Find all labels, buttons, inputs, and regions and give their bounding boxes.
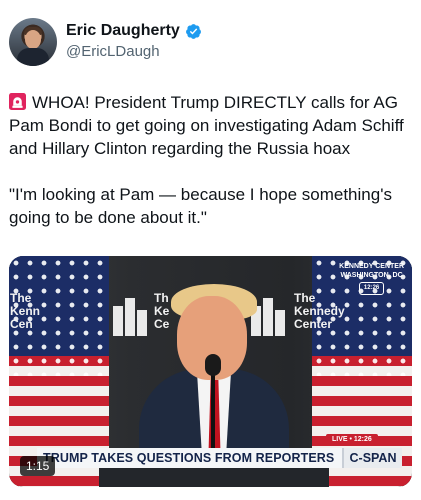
video-player[interactable]: The Kenn Cen Th Ke Ce The Kennedy Center…	[9, 256, 412, 487]
bug-line-1: KENNEDY CENTER	[339, 263, 404, 270]
cspan-logo: C-SPAN	[342, 448, 402, 468]
tweet-text-paragraph-2: "I'm looking at Pam — because I hope som…	[9, 185, 392, 227]
bug-time: 12:26	[358, 282, 385, 295]
tweet-text-line-1: WHOA! President Trump DIRECTLY calls for…	[9, 93, 404, 158]
tweet: Eric Daugherty @EricLDaugh WHOA! Preside…	[0, 0, 421, 500]
author-handle[interactable]: @EricLDaugh	[66, 43, 160, 60]
verified-badge-icon[interactable]	[185, 23, 202, 40]
live-indicator: LIVE • 12:26	[326, 434, 378, 446]
tweet-text: WHOA! President Trump DIRECTLY calls for…	[9, 91, 414, 229]
rotating-light-icon	[9, 93, 26, 110]
video-duration: 1:15	[20, 456, 56, 476]
chyron-text: TRUMP TAKES QUESTIONS FROM REPORTERS	[43, 451, 335, 465]
author-name-row: Eric Daugherty	[66, 22, 202, 40]
microphone-icon	[205, 354, 221, 376]
kennedy-center-backdrop-text-left: The Kenn Cen	[10, 291, 40, 331]
author-avatar[interactable]	[9, 18, 57, 66]
news-chyron: TRUMP TAKES QUESTIONS FROM REPORTERS C-S…	[37, 448, 402, 468]
bug-line-2: WASHINGTON, DC	[340, 272, 403, 279]
location-bug: KENNEDY CENTER WASHINGTON, DC 12:26	[339, 262, 404, 295]
tweet-text-paragraph-1: WHOA! President Trump DIRECTLY calls for…	[9, 91, 414, 160]
author-display-name[interactable]: Eric Daugherty	[66, 22, 180, 40]
